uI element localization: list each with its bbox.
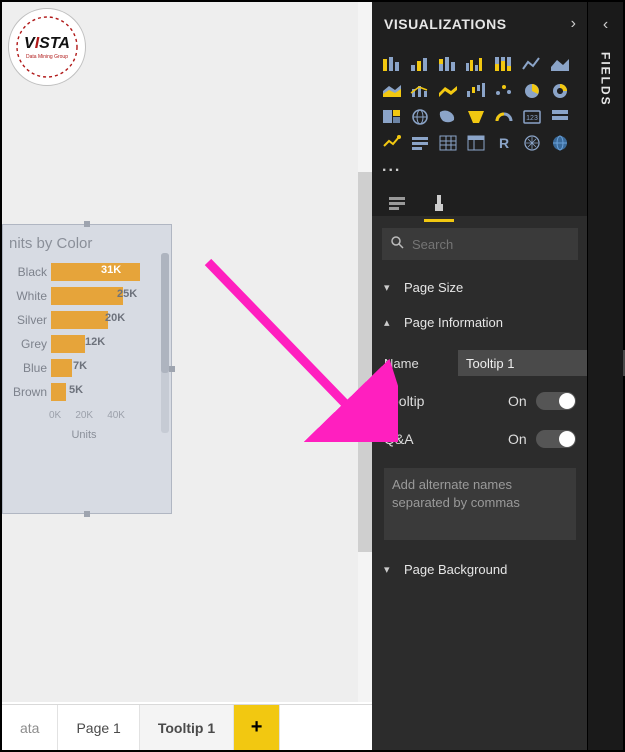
gauge-icon[interactable] <box>492 106 516 128</box>
add-page-button[interactable]: + <box>234 705 280 750</box>
slicer-icon[interactable] <box>408 132 432 154</box>
fields-pane-collapsed[interactable]: ‹ FIELDS <box>587 2 623 750</box>
qa-label: Q&A <box>384 431 508 447</box>
tooltip-toggle[interactable] <box>536 392 576 410</box>
scatter-icon[interactable] <box>492 80 516 102</box>
svg-text:VISTA: VISTA <box>24 35 70 52</box>
tooltip-state: On <box>508 393 536 409</box>
tab-data[interactable]: ata <box>2 705 58 750</box>
ribbon-chart-icon[interactable] <box>436 80 460 102</box>
x-axis-label: Units <box>3 421 165 441</box>
kpi-icon[interactable] <box>380 132 404 154</box>
section-page-size[interactable]: ▾ Page Size <box>372 270 588 305</box>
canvas-scrollbar[interactable] <box>358 2 372 702</box>
clustered-bar-icon[interactable] <box>408 54 432 76</box>
svg-text:123: 123 <box>526 115 538 122</box>
clustered-column-icon[interactable] <box>464 54 488 76</box>
chevron-up-icon: ▴ <box>384 316 396 329</box>
custom-visual-icon[interactable] <box>548 132 572 154</box>
map-icon[interactable] <box>408 106 432 128</box>
waterfall-icon[interactable] <box>464 80 488 102</box>
chart-scrollbar[interactable] <box>161 253 169 433</box>
report-canvas: VISTA Data Mining Group nits by Color Bl… <box>2 2 372 702</box>
vista-logo: VISTA Data Mining Group <box>8 8 86 86</box>
svg-text:Data Mining Group: Data Mining Group <box>26 54 68 60</box>
format-mode-tab[interactable] <box>426 190 452 216</box>
python-visual-icon[interactable] <box>520 132 544 154</box>
page-information-body: Name Tooltip On Q&A On Add alternate nam… <box>372 340 588 552</box>
format-mode-tabs <box>372 182 588 216</box>
name-label: Name <box>384 356 448 371</box>
fields-mode-tab[interactable] <box>384 190 410 216</box>
tab-tooltip-1[interactable]: Tooltip 1 <box>140 705 234 750</box>
hundred-stacked-icon[interactable] <box>492 54 516 76</box>
multirow-card-icon[interactable] <box>548 106 572 128</box>
r-visual-icon[interactable]: R <box>492 132 516 154</box>
bar-row: Blue7K <box>9 356 165 380</box>
expand-fields-icon[interactable]: ‹ <box>603 16 608 34</box>
line-column-icon[interactable] <box>408 80 432 102</box>
matrix-icon[interactable] <box>464 132 488 154</box>
alternate-names-input[interactable]: Add alternate names separated by commas <box>384 468 576 540</box>
filled-map-icon[interactable] <box>436 106 460 128</box>
qa-state: On <box>508 431 536 447</box>
viz-pane-header: VISUALIZATIONS › <box>372 2 588 46</box>
bar-row: White25K <box>9 284 165 308</box>
bar-chart-visual[interactable]: nits by Color Black31K White25K Silver20… <box>2 224 172 514</box>
section-page-background[interactable]: ▾ Page Background <box>372 552 588 587</box>
viz-type-gallery: 123 R <box>372 46 588 158</box>
visualizations-pane: VISUALIZATIONS › 123 R ... <box>372 2 588 750</box>
collapse-viz-icon[interactable]: › <box>571 15 576 33</box>
card-icon[interactable]: 123 <box>520 106 544 128</box>
area-chart-icon[interactable] <box>548 54 572 76</box>
stacked-area-icon[interactable] <box>380 80 404 102</box>
tooltip-label: Tooltip <box>384 393 508 409</box>
tab-page-1[interactable]: Page 1 <box>58 705 139 750</box>
viz-more-button[interactable]: ... <box>372 158 588 182</box>
page-tab-strip: ata Page 1 Tooltip 1 + <box>2 704 372 750</box>
bar-row: Silver20K <box>9 308 165 332</box>
x-axis-ticks: 0K 20K 40K <box>3 404 125 421</box>
funnel-icon[interactable] <box>464 106 488 128</box>
bar-row: Brown5K <box>9 380 165 404</box>
table-icon[interactable] <box>436 132 460 154</box>
chart-bars: Black31K White25K Silver20K Grey12K Blue… <box>3 260 165 404</box>
stacked-column-icon[interactable] <box>436 54 460 76</box>
chart-title: nits by Color <box>3 235 165 260</box>
viz-pane-title: VISUALIZATIONS <box>384 16 507 32</box>
qa-toggle[interactable] <box>536 430 576 448</box>
search-icon <box>390 235 404 254</box>
chevron-down-icon: ▾ <box>384 563 396 576</box>
treemap-icon[interactable] <box>380 106 404 128</box>
line-chart-icon[interactable] <box>520 54 544 76</box>
search-input[interactable] <box>412 237 588 252</box>
donut-chart-icon[interactable] <box>548 80 572 102</box>
stacked-bar-icon[interactable] <box>380 54 404 76</box>
bar-row: Black31K <box>9 260 165 284</box>
section-page-information[interactable]: ▴ Page Information <box>372 305 588 340</box>
chevron-down-icon: ▾ <box>384 281 396 294</box>
bar-row: Grey12K <box>9 332 165 356</box>
fields-pane-label: FIELDS <box>599 52 613 107</box>
format-search[interactable] <box>382 228 578 260</box>
svg-text:R: R <box>499 135 509 151</box>
pie-chart-icon[interactable] <box>520 80 544 102</box>
